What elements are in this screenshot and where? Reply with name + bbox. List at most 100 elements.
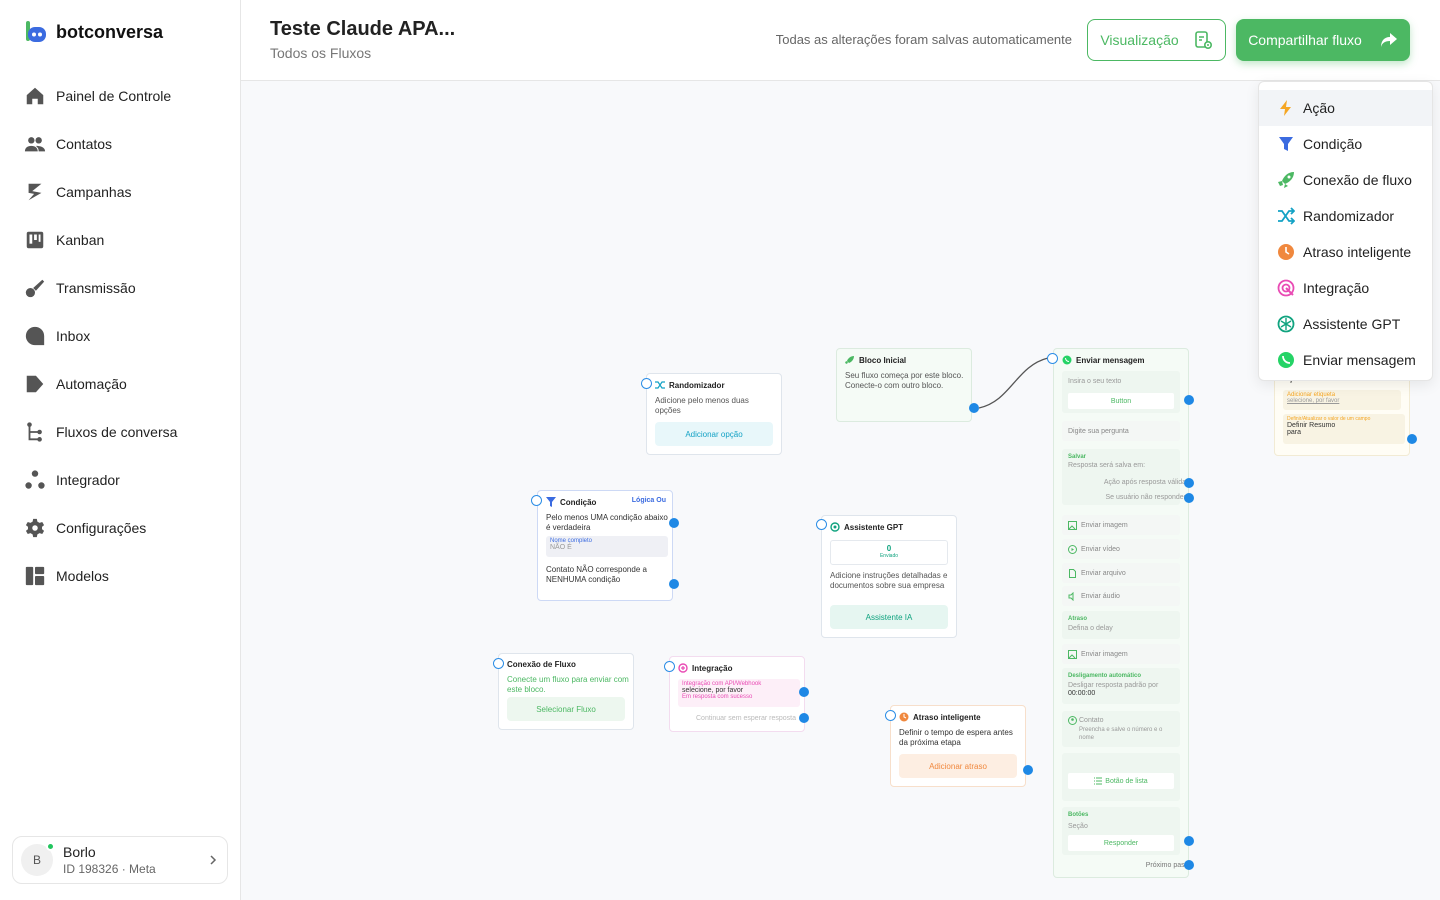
send-audio-row[interactable]: Enviar áudio [1062,586,1180,606]
user-id: ID 198326 · Meta [63,862,156,876]
menu-item-conexao-fluxo[interactable]: Conexão de fluxo [1259,162,1432,198]
flow-icon [27,422,42,442]
select-flow-button[interactable]: Selecionar Fluxo [507,697,625,721]
send-image-row[interactable]: Enviar imagem [1062,515,1180,535]
valid-response-port[interactable] [1184,478,1194,488]
node-description: Adicione instruções detalhadas e documen… [830,571,948,590]
button-output-port[interactable] [1184,395,1194,405]
flow-connection-node[interactable]: Conexão de Fluxo Conecte um fluxo para e… [498,653,634,730]
sidebar-item-contatos[interactable]: Contatos [24,120,177,168]
buttons-box[interactable]: Botões Seção Responder [1062,807,1180,855]
auto-off-box[interactable]: Desligamento automático Desligar respost… [1062,668,1180,704]
gpt-input-port[interactable] [816,519,827,530]
sidebar-item-painel[interactable]: Painel de Controle [24,72,177,120]
condition-rule[interactable]: Nome completo NÃO É [546,536,668,557]
next-step-port[interactable] [1184,860,1194,870]
condition-else-port[interactable] [669,579,679,589]
reply-button[interactable]: Responder [1068,835,1174,851]
condition-input-port[interactable] [531,495,542,506]
continue-without-waiting[interactable]: Continuar sem esperar resposta [696,715,796,722]
menu-item-condicao[interactable]: Condição [1259,126,1432,162]
preview-button[interactable]: Visualização [1087,19,1226,61]
sidebar-item-modelos[interactable]: Modelos [24,552,177,600]
gpt-assistant-node[interactable]: Assistente GPT 0 Enviado Adicione instru… [821,515,957,638]
randomizer-node[interactable]: Randomizador Adicione pelo menos duas op… [646,373,782,455]
start-output-port[interactable] [969,403,979,413]
clock-icon [899,712,909,722]
funnel-icon [546,497,556,507]
webhook-box[interactable]: Integração com API/Webhook selecione, po… [678,679,800,707]
delay-box[interactable]: Atraso Defina o delay [1062,611,1180,639]
send-video-row[interactable]: Enviar vídeo [1062,539,1180,559]
sidebar-item-fluxos[interactable]: Fluxos de conversa [24,408,177,456]
integration-icon [678,663,688,673]
menu-item-acao[interactable]: Ação [1259,90,1432,126]
sidebar-item-configuracoes[interactable]: Configurações [24,504,177,552]
share-arrow-icon [1380,33,1397,47]
delay-output-port[interactable] [1023,765,1033,775]
menu-item-enviar-mensagem[interactable]: Enviar mensagem [1259,342,1432,378]
menu-item-assistente-gpt[interactable]: Assistente GPT [1259,306,1432,342]
menu-item-integracao[interactable]: Integração [1259,270,1432,306]
menu-item-atraso[interactable]: Atraso inteligente [1259,234,1432,270]
broadcast-icon [25,279,45,298]
send-input-port[interactable] [1047,353,1058,364]
sidebar-item-label: Integrador [56,472,120,488]
sidebar-item-inbox[interactable]: Inbox [24,312,177,360]
tag-value: selecione, por favor [1287,398,1340,404]
sidebar-item-label: Configurações [56,520,147,536]
success-label: Em resposta com sucesso [682,694,753,700]
menu-item-label: Assistente GPT [1303,316,1401,332]
logo[interactable]: botconversa [24,20,163,44]
breadcrumb[interactable]: Todos os Fluxos [270,45,371,61]
preview-label: Visualização [1100,32,1179,48]
share-flow-button[interactable]: Compartilhar fluxo [1236,19,1410,61]
field-box[interactable]: Definir/Atualizar o valor de um campo De… [1283,414,1405,444]
sidebar-item-transmissao[interactable]: Transmissão [24,264,177,312]
add-option-button[interactable]: Adicionar opção [655,422,773,446]
smart-delay-node[interactable]: Atraso inteligente Definir o tempo de es… [890,705,1026,787]
menu-item-randomizador[interactable]: Randomizador [1259,198,1432,234]
delay-sub: Defina o delay [1068,625,1113,632]
condition-true-port[interactable] [669,518,679,528]
sidebar-item-automacao[interactable]: Automação [24,360,177,408]
question-row[interactable]: Digite sua pergunta [1062,421,1180,441]
menu-item-label: Integração [1303,280,1370,296]
start-block-node[interactable]: Bloco Inicial Seu fluxo começa por este … [836,348,972,422]
send-message-node[interactable]: Enviar mensagem Insira o seu texto Butto… [1053,348,1192,878]
action-output-port[interactable] [1407,434,1417,444]
lightning-icon [1280,100,1291,116]
tag-box[interactable]: Adicionar etiqueta selecione, por favor [1283,390,1401,410]
integration-success-port[interactable] [799,687,809,697]
ai-assistant-button[interactable]: Assistente IA [830,605,948,629]
text-message-box[interactable]: Insira o seu texto Button [1062,371,1180,413]
integration-input-port[interactable] [664,661,675,672]
flow-input-port[interactable] [493,658,504,669]
no-reply-port[interactable] [1184,493,1194,503]
integration-continue-port[interactable] [799,713,809,723]
home-icon [26,87,44,105]
account-switcher[interactable]: B Borlo ID 198326 · Meta [12,836,228,884]
add-delay-button[interactable]: Adicionar atraso [899,754,1017,778]
sidebar-item-label: Inbox [56,328,91,344]
sidebar-item-kanban[interactable]: Kanban [24,216,177,264]
list-button[interactable]: Botão de lista [1068,773,1174,789]
whatsapp-icon [1062,355,1072,365]
condition-node[interactable]: Condição Lógica Ou Pelo menos UMA condiç… [537,490,673,601]
list-button-label: Botão de lista [1105,777,1148,785]
delay-input-port[interactable] [885,710,896,721]
list-button-box[interactable]: Botão de lista [1062,753,1180,801]
sidebar-item-integrador[interactable]: Integrador [24,456,177,504]
randomizer-input-port[interactable] [641,378,652,389]
integration-node[interactable]: Integração Integração com API/Webhook se… [669,656,805,732]
page-title[interactable]: Teste Claude APA... [270,18,455,41]
node-title: Enviar mensagem [1076,355,1145,365]
save-response-box[interactable]: Salvar Resposta será salva em: Ação após… [1062,449,1186,505]
send-file-row[interactable]: Enviar arquivo [1062,563,1180,583]
message-button[interactable]: Button [1068,393,1174,409]
contact-box[interactable]: Contato Preencha e salve o número e o no… [1062,711,1180,747]
sidebar-item-campanhas[interactable]: Campanhas [24,168,177,216]
send-image-row-2[interactable]: Enviar imagem [1062,644,1180,664]
reply-output-port[interactable] [1184,836,1194,846]
logic-badge[interactable]: Lógica Ou [632,497,666,504]
